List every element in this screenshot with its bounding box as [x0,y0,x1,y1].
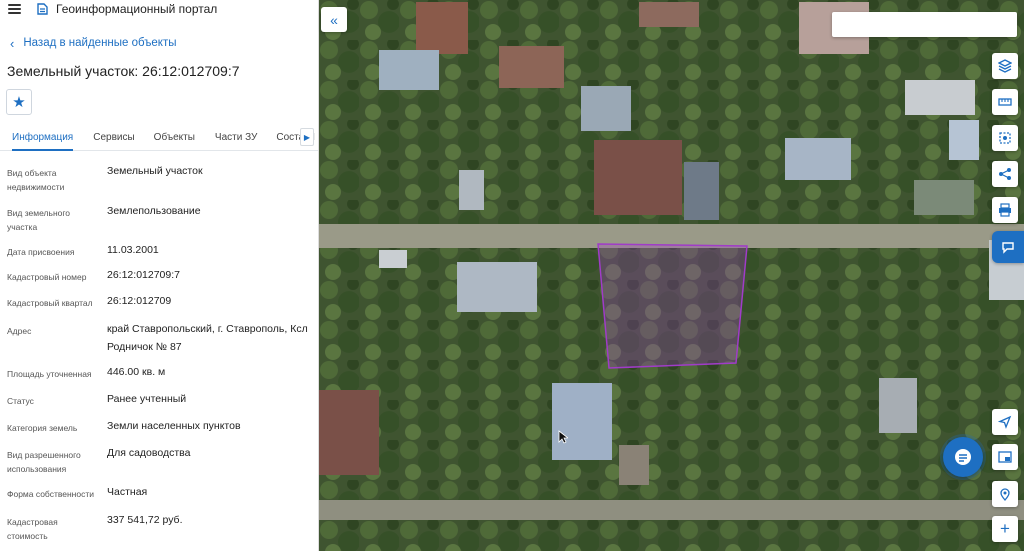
portal-title: Геоинформационный портал [56,2,218,16]
collapse-panel-icon[interactable]: « [321,7,347,32]
property-label: Форма собственности [7,489,94,499]
property-label: Категория земель [7,423,78,433]
property-label: Кадастровый квартал [7,298,93,308]
property-value: 26:12:012709:7 [107,269,180,281]
property-label: Кадастровый номер [7,272,87,282]
property-value: 11.03.2001 [107,244,159,256]
tab-services[interactable]: Сервисы [93,124,134,150]
object-title: Земельный участок: 26:12:012709:7 [7,63,240,79]
chevron-left-icon: ‹ [10,35,15,51]
back-link-label: Назад в найденные объекты [23,37,177,49]
layers-icon [998,59,1012,73]
zoom-in-icon: + [1000,519,1010,538]
star-icon: ★ [12,94,26,111]
property-label: Статус [7,396,34,406]
minimap-button[interactable] [992,444,1018,470]
property-value: 26:12:012709 [107,295,172,307]
app: Геоинформационный портал ‹ Назад в найде… [0,0,1024,551]
tab-objects[interactable]: Объекты [154,124,195,150]
print-icon [999,203,1011,217]
property-value: Земельный участок [107,165,203,177]
property-value: Частная [107,486,148,498]
share-button[interactable] [992,161,1018,187]
property-value: край Ставропольский, г. Ставрополь, Ксл … [107,323,308,353]
property-value: Для садоводства [107,447,191,459]
property-label: Кадастровая стоимость [7,517,58,541]
tab-parts[interactable]: Части ЗУ [215,124,257,150]
minimap-icon [998,451,1012,463]
property-value: Земли населенных пунктов [107,420,241,432]
tab-info[interactable]: Информация [12,124,74,151]
print-button[interactable] [992,197,1018,223]
property-label: Вид объекта недвижимости [7,168,65,192]
property-value: Землепользование [107,205,201,217]
land-parcel-outline[interactable] [597,243,748,369]
map-imagery [319,0,1024,551]
property-label: Адрес [7,326,32,336]
select-area-button[interactable] [992,125,1018,151]
tabs-scroll-right-icon[interactable]: ▶ [300,128,314,146]
property-label: Площадь уточненная [7,369,92,379]
measure-button[interactable] [992,89,1018,115]
ruler-icon [998,98,1012,106]
locate-button[interactable] [992,409,1018,435]
select-area-icon [999,132,1011,144]
property-value: Ранее учтенный [107,393,187,405]
location-search-icon [1000,488,1010,501]
share-icon [999,168,1011,180]
portal-logo-icon [37,3,48,15]
locate-icon [998,415,1012,429]
back-to-results-link[interactable]: ‹ Назад в найденные объекты [10,36,318,50]
property-label: Вид земельного участка [7,208,71,232]
satellite-map[interactable] [319,0,1024,551]
base-layer-select[interactable] [832,12,1017,37]
tabs-bar: Информация Сервисы Объекты Части ЗУ Сост… [0,124,318,151]
favorite-button[interactable]: ★ [6,89,32,115]
property-value: 446.00 кв. м [107,366,166,378]
chat-button[interactable] [943,437,983,477]
info-panel: Геоинформационный портал ‹ Назад в найде… [0,0,319,551]
feedback-icon [1002,242,1014,254]
property-label: Дата присвоения [7,247,75,257]
chat-icon [955,449,971,465]
mouse-cursor-icon [558,430,568,444]
top-bar: Геоинформационный портал [0,0,318,18]
zoom-in-button[interactable]: + [992,516,1018,542]
property-label: Вид разрешенного использования [7,450,81,474]
feedback-button[interactable] [992,231,1024,263]
menu-icon[interactable] [8,4,21,14]
layers-button[interactable] [992,53,1018,79]
location-search-button[interactable] [992,481,1018,507]
property-value: 337 541,72 руб. [107,514,183,526]
